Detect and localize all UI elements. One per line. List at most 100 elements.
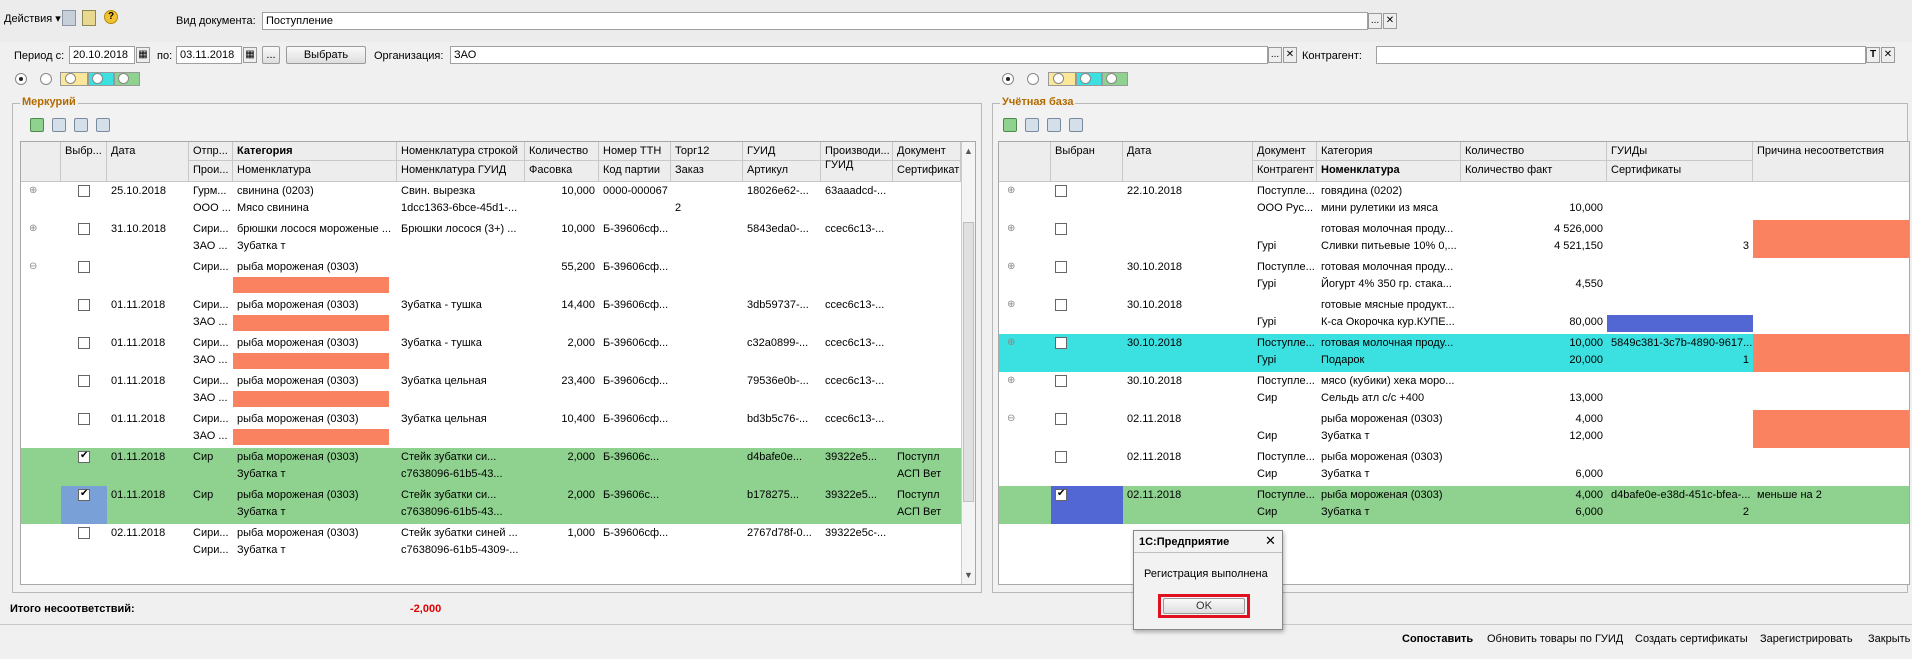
col-article[interactable]: Артикул	[743, 161, 821, 182]
org-clear-icon[interactable]: ✕	[1283, 47, 1297, 63]
filter-radio-all[interactable]	[15, 73, 27, 85]
col-torg12[interactable]: Торг12	[671, 142, 743, 161]
row-checkbox[interactable]	[1055, 337, 1067, 349]
counterparty-clear-icon[interactable]: ✕	[1881, 47, 1895, 63]
col-category[interactable]: Категория	[1317, 142, 1461, 161]
copy-icon[interactable]	[62, 10, 76, 26]
table-row[interactable]: 01.11.2018 Сир рыба мороженая (0303) Стейк …	[21, 486, 961, 524]
scroll-down-icon[interactable]: ▼	[964, 570, 973, 580]
period-from-field[interactable]: 20.10.2018	[69, 46, 135, 64]
expand-icon[interactable]: ⊕	[1007, 261, 1015, 272]
filter-swatch-yellow[interactable]	[60, 72, 88, 86]
col-reason[interactable]: Причина несоответствия	[1753, 142, 1909, 182]
doc-type-field[interactable]: Поступление	[262, 12, 1368, 30]
text-mode-icon[interactable]: T	[1866, 47, 1880, 63]
table-row[interactable]: ⊕ 30.10.2018 Поступле... готовая молочная п…	[999, 334, 1909, 372]
col-producer-short[interactable]: Прои...	[189, 161, 233, 182]
table-row[interactable]: 02.11.2018 Сири... рыба мороженая (0303) Ст…	[21, 524, 961, 562]
expand-icon[interactable]: ⊕	[1007, 185, 1015, 196]
check-all-icon[interactable]	[1003, 118, 1017, 132]
collapse-icon[interactable]: ⊖	[29, 261, 37, 272]
help-icon[interactable]: ?	[104, 10, 118, 24]
expand-icon[interactable]: ⊕	[1007, 337, 1015, 348]
filter-swatch-yellow[interactable]	[1048, 72, 1076, 86]
filter-swatch-green[interactable]	[1102, 72, 1128, 86]
col-selected[interactable]: Выбран	[1051, 142, 1123, 182]
table-row[interactable]: ⊕ 30.10.2018 Поступле... мясо (кубики) хека…	[999, 372, 1909, 410]
close-button[interactable]: Закрыть	[1868, 633, 1910, 645]
calendar-icon[interactable]: ▦	[136, 47, 150, 63]
list-icon[interactable]	[1047, 118, 1061, 132]
update-goods-button[interactable]: Обновить товары по ГУИД	[1487, 633, 1623, 645]
filter-radio-all[interactable]	[1002, 73, 1014, 85]
table-row[interactable]: ⊖ 02.11.2018 рыба мороженая (0303) 4,000 Сир…	[999, 410, 1909, 448]
row-checkbox[interactable]	[78, 261, 90, 273]
col-ttn[interactable]: Номер ТТН	[599, 142, 671, 161]
col-date[interactable]: Дата	[107, 142, 189, 182]
table-row[interactable]: ⊕ 30.10.2018 Поступле... готовая молочная п…	[999, 258, 1909, 296]
row-checkbox[interactable]	[78, 337, 90, 349]
col-guid[interactable]: ГУИД	[743, 142, 821, 161]
table-row[interactable]: 01.11.2018 Сири... рыба мороженая (0303) Зу…	[21, 296, 961, 334]
row-checkbox[interactable]	[1055, 185, 1067, 197]
row-checkbox[interactable]	[1055, 261, 1067, 273]
collapse-icon[interactable]: ⊖	[1007, 413, 1015, 424]
register-button[interactable]: Зарегистрировать	[1760, 633, 1853, 645]
expand-icon[interactable]: ⊕	[1007, 299, 1015, 310]
table-row[interactable]: ⊕ 31.10.2018 Сири... брюшки лосося морожены…	[21, 220, 961, 258]
scrollbar[interactable]: ▲ ▼	[961, 142, 975, 584]
create-certs-button[interactable]: Создать сертификаты	[1635, 633, 1748, 645]
col-order[interactable]: Заказ	[671, 161, 743, 182]
row-checkbox[interactable]	[78, 375, 90, 387]
row-checkbox[interactable]	[78, 185, 90, 197]
col-certificates[interactable]: Сертификаты	[1607, 161, 1753, 182]
ok-button[interactable]: OK	[1163, 598, 1245, 614]
col-certificate[interactable]: Сертификат	[893, 161, 961, 182]
row-checkbox[interactable]	[1055, 413, 1067, 425]
table-row[interactable]: ⊕ 25.10.2018 Гурм... свинина (0203) Свин. вы…	[21, 182, 961, 220]
expand-icon[interactable]: ⊕	[1007, 375, 1015, 386]
uncheck-all-icon[interactable]	[1025, 118, 1039, 132]
uncheck-all-icon[interactable]	[52, 118, 66, 132]
actions-menu[interactable]: Действия ▾	[4, 12, 61, 25]
row-checkbox[interactable]	[1055, 488, 1067, 501]
table-row[interactable]: ⊕ 22.10.2018 Поступле... говядина (0202) ООО…	[999, 182, 1909, 220]
col-nomenclature[interactable]: Номенклатура	[1317, 161, 1461, 182]
doc-type-clear-icon[interactable]: ✕	[1383, 13, 1397, 29]
table-row[interactable]: ⊖ Сири... рыба мороженая (0303) 55,200 Б-396…	[21, 258, 961, 296]
doc-type-select-button[interactable]: ...	[1368, 13, 1382, 29]
col-sender[interactable]: Отпр...	[189, 142, 233, 161]
col-nomenclature[interactable]: Номенклатура	[233, 161, 397, 182]
table-row[interactable]: 01.11.2018 Сири... рыба мороженая (0303) Зу…	[21, 372, 961, 410]
expand-icon[interactable]: ⊕	[29, 185, 37, 196]
col-quantity[interactable]: Количество	[1461, 142, 1607, 161]
col-guid2[interactable]: ГУИД	[821, 156, 893, 182]
row-checkbox[interactable]	[1055, 375, 1067, 387]
list-settings-icon[interactable]	[96, 118, 110, 132]
list-settings-icon[interactable]	[1069, 118, 1083, 132]
row-checkbox[interactable]	[78, 413, 90, 425]
scroll-thumb[interactable]	[963, 222, 974, 502]
col-counterparty[interactable]: Контрагент	[1253, 161, 1317, 182]
col-date[interactable]: Дата	[1123, 142, 1253, 182]
filter-swatch-green[interactable]	[114, 72, 140, 86]
row-checkbox[interactable]	[78, 488, 90, 501]
org-select-button[interactable]: ...	[1268, 47, 1282, 63]
select-button[interactable]: Выбрать	[286, 46, 366, 64]
col-document[interactable]: Документ	[893, 142, 961, 161]
table-row[interactable]: ⊕ готовая молочная проду... 4 526,000 Гурі С…	[999, 220, 1909, 258]
row-checkbox[interactable]	[1055, 299, 1067, 311]
row-checkbox[interactable]	[78, 450, 90, 463]
counterparty-field[interactable]	[1376, 46, 1866, 64]
row-checkbox[interactable]	[1055, 451, 1067, 463]
period-select-button[interactable]: ...	[262, 46, 280, 64]
filter-radio-empty[interactable]	[40, 73, 52, 85]
expand-icon[interactable]: ⊕	[29, 223, 37, 234]
col-nom-string[interactable]: Номенклатура строкой	[397, 142, 525, 161]
expand-icon[interactable]: ⊕	[1007, 223, 1015, 234]
table-row[interactable]: 02.11.2018 Поступле... рыба мороженая (030…	[999, 486, 1909, 524]
col-category[interactable]: Категория	[233, 142, 397, 161]
list-icon[interactable]	[74, 118, 88, 132]
org-field[interactable]: ЗАО	[450, 46, 1268, 64]
col-quantity[interactable]: Количество	[525, 142, 599, 161]
